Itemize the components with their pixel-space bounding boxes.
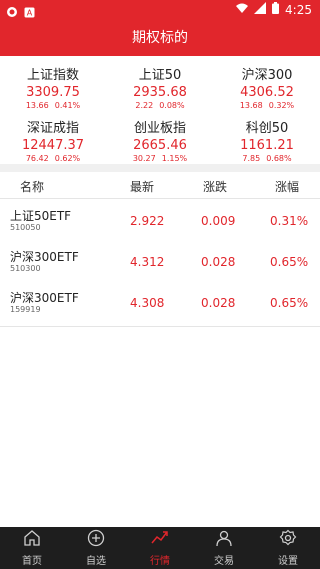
index-grid: 上证指数 3309.75 13.66 0.41% 上证50 2935.68 2.2… bbox=[0, 56, 320, 164]
nav-label: 首页 bbox=[22, 556, 42, 567]
index-pct: 1.15% bbox=[161, 154, 188, 163]
index-change: 13.66 bbox=[25, 101, 49, 110]
index-pct: 0.68% bbox=[266, 154, 292, 163]
row-change: 0.009 bbox=[201, 214, 236, 228]
row-latest: 4.308 bbox=[130, 296, 165, 310]
plus-circle-icon bbox=[87, 529, 105, 550]
index-change: 7.85 bbox=[242, 154, 261, 163]
user-icon bbox=[215, 529, 233, 550]
index-card[interactable]: 科创50 1161.21 7.85 0.68% bbox=[214, 117, 320, 163]
index-name: 深证成指 bbox=[26, 121, 79, 136]
index-value: 4306.52 bbox=[240, 85, 294, 100]
nav-label: 自选 bbox=[86, 556, 106, 567]
table-row[interactable]: 沪深300ETF 510300 4.312 0.028 0.65% bbox=[0, 240, 320, 286]
nav-tab-trade[interactable]: 交易 bbox=[192, 527, 256, 569]
column-header-pct[interactable]: 涨幅 bbox=[275, 178, 299, 195]
index-name: 创业板指 bbox=[133, 121, 186, 136]
nav-tab-watchlist[interactable]: 自选 bbox=[64, 527, 128, 569]
row-latest: 4.312 bbox=[130, 255, 165, 269]
status-time: 4:25 bbox=[285, 2, 312, 17]
home-icon bbox=[23, 529, 41, 550]
index-card[interactable]: 上证50 2935.68 2.22 0.08% bbox=[107, 64, 213, 110]
status-bar: A 4:25 bbox=[0, 0, 320, 18]
row-pct: 0.65% bbox=[270, 255, 309, 269]
index-change: 76.42 bbox=[25, 154, 49, 163]
index-change: 30.27 bbox=[132, 154, 156, 163]
index-name: 上证50 bbox=[138, 68, 182, 83]
nav-label: 交易 bbox=[214, 556, 234, 567]
index-value: 1161.21 bbox=[240, 138, 294, 153]
row-change: 0.028 bbox=[201, 296, 236, 310]
svg-text:A: A bbox=[27, 9, 33, 18]
index-name: 上证指数 bbox=[26, 68, 79, 83]
index-value: 2935.68 bbox=[133, 85, 187, 100]
index-change: 2.22 bbox=[135, 101, 154, 110]
index-card[interactable]: 创业板指 2665.46 30.27 1.15% bbox=[107, 117, 213, 163]
index-pct: 0.62% bbox=[54, 154, 81, 163]
index-pct: 0.41% bbox=[54, 101, 81, 110]
column-header-latest[interactable]: 最新 bbox=[130, 178, 154, 195]
row-code: 510050 bbox=[10, 223, 41, 232]
bottom-nav: 首页 自选 行情 交易 设置 bbox=[0, 527, 320, 569]
index-pct: 0.32% bbox=[268, 101, 295, 110]
nav-tab-home[interactable]: 首页 bbox=[0, 527, 64, 569]
table-row[interactable]: 沪深300ETF 159919 4.308 0.028 0.65% bbox=[0, 281, 320, 327]
row-pct: 0.65% bbox=[270, 296, 309, 310]
index-name: 沪深300 bbox=[241, 68, 293, 83]
wifi-icon bbox=[236, 2, 249, 17]
row-pct: 0.31% bbox=[270, 214, 309, 228]
index-value: 12447.37 bbox=[21, 138, 85, 153]
index-value: 2665.46 bbox=[133, 138, 187, 153]
index-change: 13.68 bbox=[239, 101, 263, 110]
row-name: 沪深300ETF bbox=[10, 291, 79, 305]
row-name: 上证50ETF bbox=[10, 209, 72, 223]
index-card[interactable]: 上证指数 3309.75 13.66 0.41% bbox=[0, 64, 106, 110]
index-card[interactable]: 深证成指 12447.37 76.42 0.62% bbox=[0, 117, 106, 163]
signal-icon bbox=[254, 2, 267, 17]
row-name: 沪深300ETF bbox=[10, 250, 79, 264]
table-header: 名称 最新 涨跌 涨幅 bbox=[0, 172, 320, 199]
trend-icon bbox=[151, 529, 169, 550]
row-change: 0.028 bbox=[201, 255, 236, 269]
row-latest: 2.922 bbox=[130, 214, 165, 228]
app-bar: 期权标的 bbox=[0, 18, 320, 56]
nav-tab-market[interactable]: 行情 bbox=[128, 527, 192, 569]
index-pct: 0.08% bbox=[159, 101, 185, 110]
table-row[interactable]: 上证50ETF 510050 2.922 0.009 0.31% bbox=[0, 199, 320, 245]
nav-label: 行情 bbox=[150, 556, 170, 567]
index-name: 科创50 bbox=[245, 121, 289, 136]
nav-tab-settings[interactable]: 设置 bbox=[256, 527, 320, 569]
column-header-change[interactable]: 涨跌 bbox=[203, 178, 227, 195]
section-divider bbox=[0, 164, 320, 172]
row-code: 159919 bbox=[10, 305, 41, 314]
row-code: 510300 bbox=[10, 264, 41, 273]
index-card[interactable]: 沪深300 4306.52 13.68 0.32% bbox=[214, 64, 320, 110]
battery-icon bbox=[272, 2, 280, 17]
nav-label: 设置 bbox=[278, 556, 298, 567]
column-header-name[interactable]: 名称 bbox=[20, 178, 44, 195]
page-title: 期权标的 bbox=[132, 30, 188, 46]
index-value: 3309.75 bbox=[26, 85, 80, 100]
gear-icon bbox=[279, 529, 297, 550]
